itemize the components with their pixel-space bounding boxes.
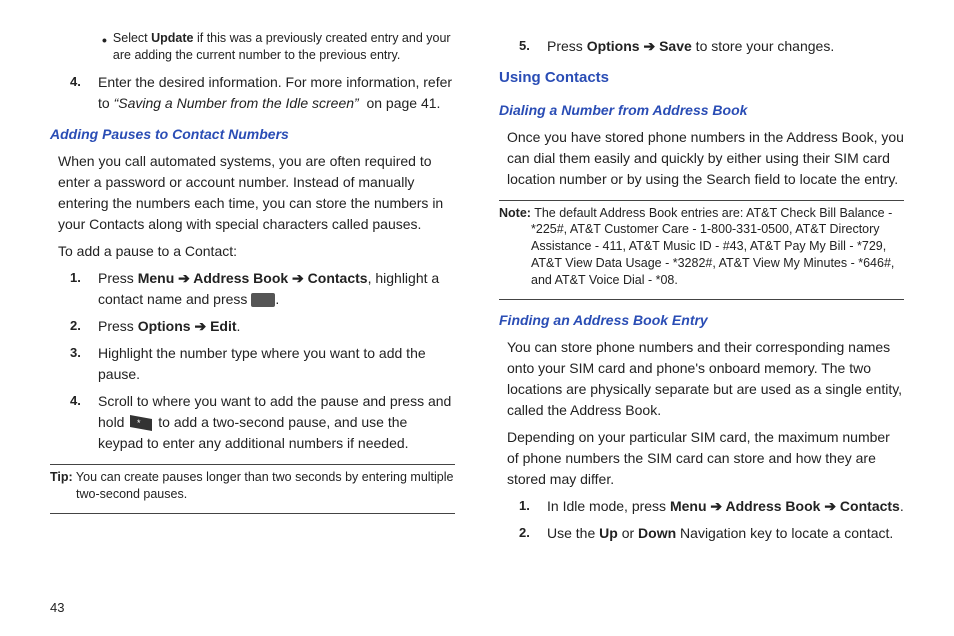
- step-text: Use the Up or Down Navigation key to loc…: [547, 523, 904, 544]
- pause-step-4: 4. Scroll to where you want to add the p…: [70, 391, 455, 454]
- ok-key-icon: [251, 293, 275, 307]
- subsection-finding: Finding an Address Book Entry: [499, 310, 904, 331]
- step-text: Press Options ➔ Save to store your chang…: [547, 36, 904, 57]
- divider: [499, 299, 904, 300]
- step-number: 2.: [519, 523, 547, 543]
- pause-step-1: 1. Press Menu ➔ Address Book ➔ Contacts,…: [70, 268, 455, 310]
- step-number: 1.: [519, 496, 547, 516]
- step-text: Press Menu ➔ Address Book ➔ Contacts, hi…: [98, 268, 455, 310]
- subsection-adding-pauses: Adding Pauses to Contact Numbers: [50, 124, 455, 145]
- step-text: Press Options ➔ Edit.: [98, 316, 455, 337]
- step-number: 4.: [70, 391, 98, 411]
- step-text: Scroll to where you want to add the paus…: [98, 391, 455, 454]
- tip-box: Tip: You can create pauses longer than t…: [50, 469, 455, 503]
- bullet-update: • Select Update if this was a previously…: [102, 30, 455, 64]
- pause-step-3: 3. Highlight the number type where you w…: [70, 343, 455, 385]
- step-text: Highlight the number type where you want…: [98, 343, 455, 385]
- star-key-icon: *: [128, 414, 154, 432]
- find-step-1: 1. In Idle mode, press Menu ➔ Address Bo…: [519, 496, 904, 517]
- divider: [499, 200, 904, 201]
- subsection-dialing: Dialing a Number from Address Book: [499, 100, 904, 121]
- step-number: 1.: [70, 268, 98, 288]
- find-step-2: 2. Use the Up or Down Navigation key to …: [519, 523, 904, 544]
- divider: [50, 464, 455, 465]
- step-number: 4.: [70, 72, 98, 92]
- right-column: 5. Press Options ➔ Save to store your ch…: [499, 30, 904, 590]
- step-text: In Idle mode, press Menu ➔ Address Book …: [547, 496, 904, 517]
- step-number: 3.: [70, 343, 98, 363]
- step-number: 5.: [519, 36, 547, 56]
- left-column: • Select Update if this was a previously…: [50, 30, 455, 590]
- pause-step-2: 2. Press Options ➔ Edit.: [70, 316, 455, 337]
- divider: [50, 513, 455, 514]
- body-para: To add a pause to a Contact:: [58, 241, 455, 262]
- page-number: 43: [50, 598, 904, 618]
- body-para: Depending on your particular SIM card, t…: [507, 427, 904, 490]
- note-box: Note: The default Address Book entries a…: [499, 205, 904, 289]
- bullet-text: Select Update if this was a previously c…: [113, 30, 455, 64]
- svg-text:*: *: [137, 418, 141, 428]
- step-number: 2.: [70, 316, 98, 336]
- body-para: You can store phone numbers and their co…: [507, 337, 904, 421]
- section-using-contacts: Using Contacts: [499, 67, 904, 90]
- body-para: When you call automated systems, you are…: [58, 151, 455, 235]
- body-para: Once you have stored phone numbers in th…: [507, 127, 904, 190]
- step-4: 4. Enter the desired information. For mo…: [70, 72, 455, 114]
- bullet-dot: •: [102, 30, 107, 51]
- step-text: Enter the desired information. For more …: [98, 72, 455, 114]
- step-5: 5. Press Options ➔ Save to store your ch…: [519, 36, 904, 57]
